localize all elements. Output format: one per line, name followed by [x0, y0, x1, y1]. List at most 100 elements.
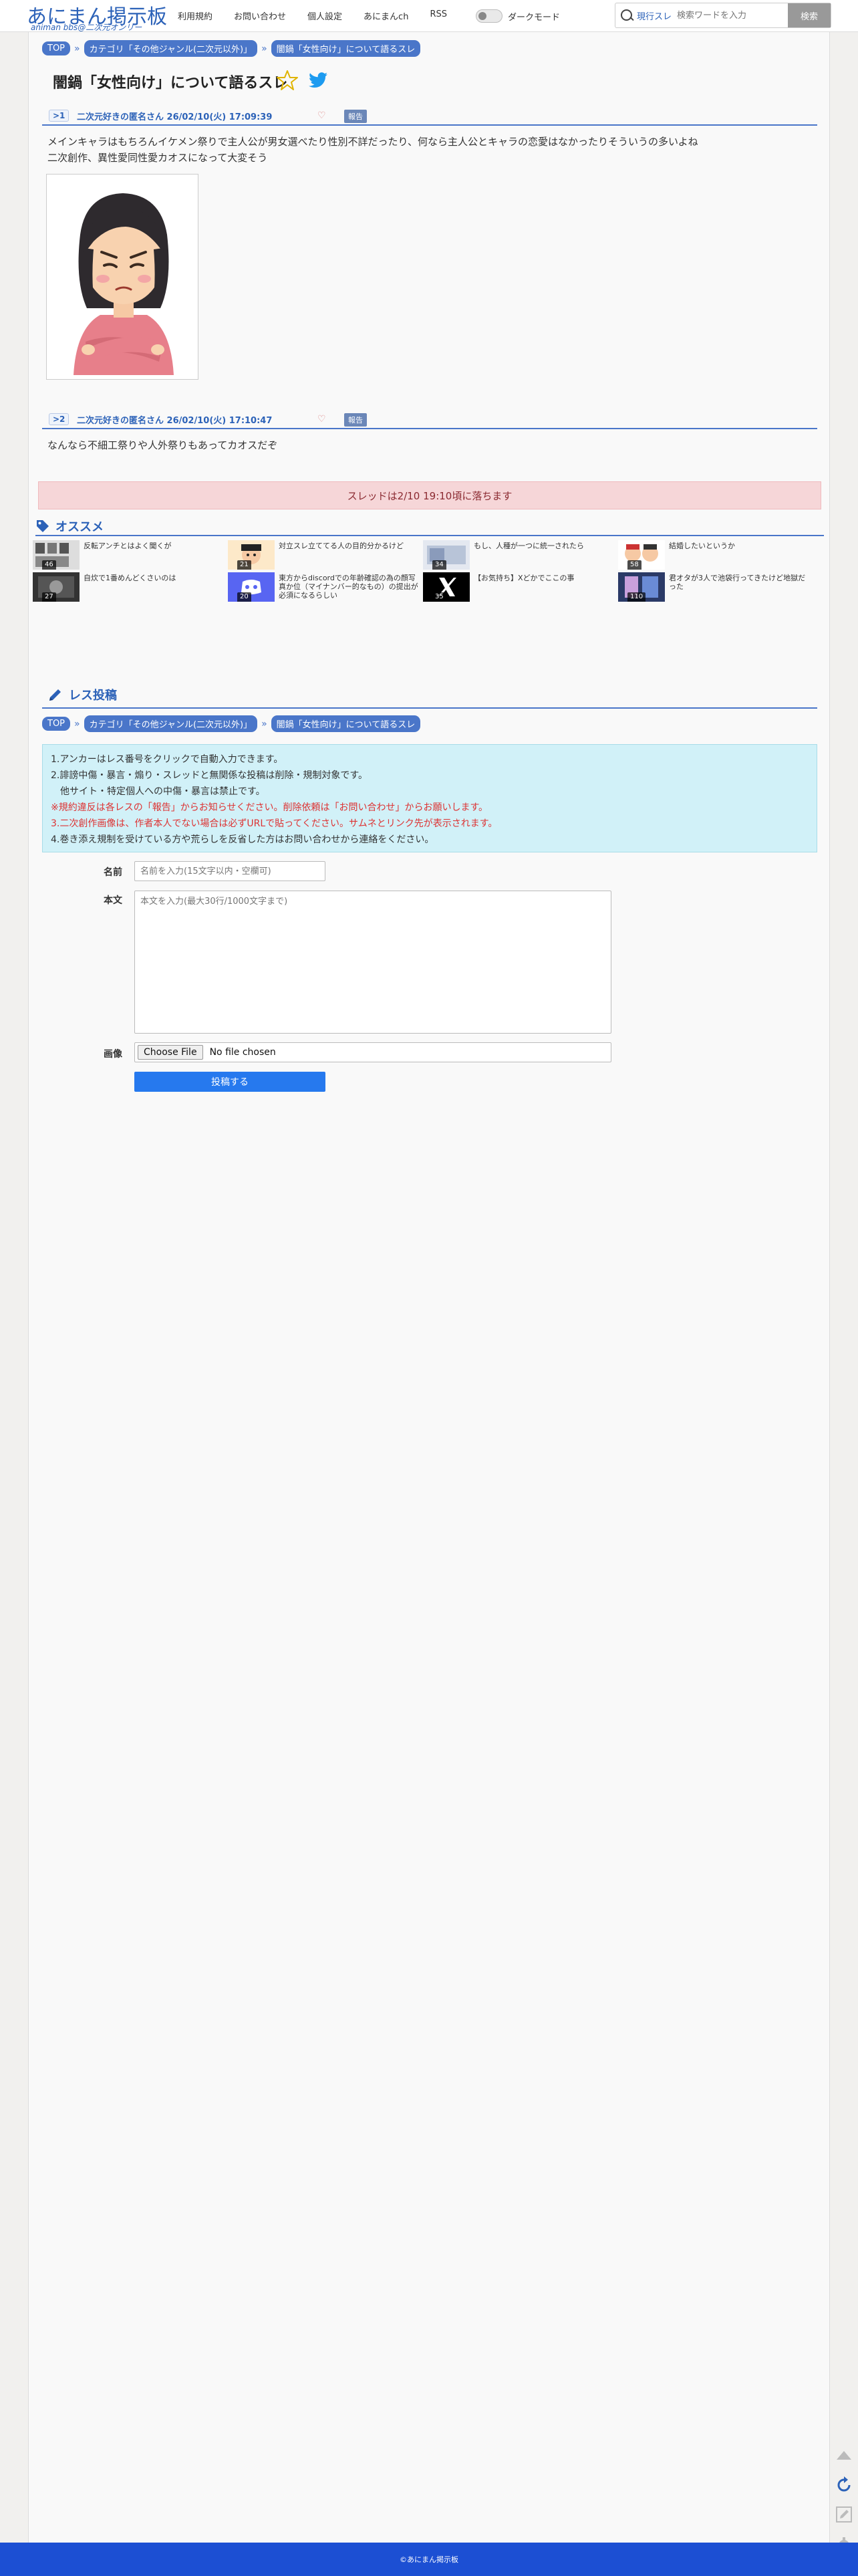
breadcrumb-top[interactable]: TOP	[42, 717, 71, 731]
rule-line: 1.アンカーはレス番号をクリックで自動入力できます。	[51, 754, 283, 765]
dark-mode-toggle[interactable]	[476, 9, 503, 23]
recommend-item[interactable]: 34 もし、人種が一つに統一されたら	[423, 540, 617, 570]
name-input[interactable]	[134, 861, 325, 881]
comment-count: 58	[627, 560, 641, 570]
recommend-item[interactable]: 46 反転アンチとはよく聞くが	[33, 540, 227, 570]
post-datetime: 26/02/10(火) 17:09:39	[166, 112, 273, 122]
rule-line: ※規約違反は各レスの「報告」からお知らせください。削除依頼は「お問い合わせ」から…	[51, 802, 488, 813]
write-reply-button[interactable]	[831, 2502, 857, 2527]
recommend-divider	[35, 535, 824, 536]
recommend-item-title: 君オタが3人で池袋行ってきたけど地獄だった	[669, 574, 806, 591]
thumbnail	[228, 540, 275, 570]
thumbnail	[423, 540, 470, 570]
search-input[interactable]	[677, 5, 784, 25]
post-author: 二次元好きの匿名さん	[77, 112, 164, 122]
recommend-title-text: オススメ	[55, 520, 104, 534]
post-anchor[interactable]: >2	[49, 413, 69, 425]
image-file-input[interactable]: Choose File No file chosen	[134, 1042, 611, 1062]
sulking-woman-illustration	[74, 193, 174, 375]
search-scope[interactable]: 現行スレ	[637, 9, 672, 22]
recommend-item-title: 東方からdiscordでの年齢確認の為の顔写真か位（マイナンバー的なもの）の提出…	[279, 574, 418, 600]
recommend-item[interactable]: 35 【お気持ち】Xどかでここの事	[423, 572, 617, 602]
recommend-item[interactable]: 21 対立スレ立ててる人の目的分かるけど	[228, 540, 422, 570]
recommend-item[interactable]: 20 東方からdiscordでの年齢確認の為の顔写真か位（マイナンバー的なもの）…	[228, 572, 422, 602]
nav-animanch[interactable]: あにまんch	[364, 9, 408, 23]
heart-icon[interactable]: ♡	[317, 414, 326, 425]
recommend-item[interactable]: 58 結婚したいというか	[618, 540, 812, 570]
scroll-top-button[interactable]	[831, 2443, 857, 2468]
rule-line: 3.二次創作画像は、作者本人でない場合は必ずURLで貼ってください。サムネとリン…	[51, 818, 498, 829]
post-author-datetime: 二次元好きの匿名さん 26/02/10(火) 17:10:47	[77, 413, 272, 426]
breadcrumb-separator: »	[74, 718, 80, 729]
breadcrumb-category[interactable]: カテゴリ「その他ジャンル(二次元以外)」	[84, 715, 258, 732]
recommend-item[interactable]: 27 自炊で1番めんどくさいのは	[33, 572, 227, 602]
rule-line: 2.誹謗中傷・暴言・煽り・スレッドと無関係な投稿は削除・規制対象です。	[51, 770, 368, 781]
posting-rules-notice: 1.アンカーはレス番号をクリックで自動入力できます。 2.誹謗中傷・暴言・煽り・…	[42, 744, 817, 852]
dark-mode-control: ダークモード	[476, 9, 560, 23]
comment-count: 35	[432, 592, 446, 602]
breadcrumb-category[interactable]: カテゴリ「その他ジャンル(二次元以外)」	[84, 40, 258, 57]
submit-button[interactable]: 投稿する	[134, 1072, 325, 1092]
breadcrumb-separator: »	[74, 43, 80, 54]
thumbnail	[423, 572, 470, 602]
site-logo[interactable]: あにまん掲示板 animan bbs@二次元オンリー	[27, 0, 167, 32]
breadcrumb: TOP » カテゴリ「その他ジャンル(二次元以外)」 » 闇鍋「女性向け」につい…	[42, 40, 421, 57]
nav-contact[interactable]: お問い合わせ	[234, 9, 286, 23]
search-box: 現行スレ 検索	[615, 3, 831, 28]
body-textarea[interactable]	[134, 891, 611, 1034]
breadcrumb-top[interactable]: TOP	[42, 41, 71, 55]
post-header: >2 二次元好きの匿名さん 26/02/10(火) 17:10:47 ♡ 報告	[42, 412, 817, 429]
post-author: 二次元好きの匿名さん	[77, 416, 164, 426]
reply-form-section-title: レス投稿	[47, 686, 117, 703]
reply-form-title-text: レス投稿	[69, 689, 117, 703]
reply-form-divider	[42, 707, 817, 709]
post-line: なんなら不細工祭りや人外祭りもあってカオスだぞ	[47, 439, 278, 451]
name-label: 名前	[104, 867, 122, 878]
tag-icon	[37, 520, 49, 532]
reload-button[interactable]	[831, 2472, 857, 2498]
favorite-star-icon[interactable]	[276, 69, 299, 92]
comment-count: 20	[237, 592, 251, 602]
dark-mode-label: ダークモード	[508, 12, 561, 23]
copyright-text: ©あにまん掲示板	[400, 2555, 458, 2564]
recommend-item-title: 反転アンチとはよく聞くが	[84, 542, 172, 550]
recommend-item-title: 【お気持ち】Xどかでここの事	[474, 574, 575, 582]
twitter-share-icon[interactable]	[307, 69, 329, 92]
post-body: メインキャラはもちろんイケメン祭りで主人公が男女選べたり性別不詳だったり、何なら…	[47, 134, 698, 166]
main-column: TOP » カテゴリ「その他ジャンル(二次元以外)」 » 闇鍋「女性向け」につい…	[28, 32, 830, 2543]
recommend-item[interactable]: 110 君オタが3人で池袋行ってきたけど地獄だった	[618, 572, 812, 602]
recommend-item-title: もし、人種が一つに統一されたら	[474, 542, 584, 550]
post-datetime: 26/02/10(火) 17:10:47	[166, 416, 273, 426]
breadcrumb-thread[interactable]: 闇鍋「女性向け」について語るスレ	[271, 40, 421, 57]
breadcrumb-thread[interactable]: 闇鍋「女性向け」について語るスレ	[271, 715, 421, 732]
report-button[interactable]: 報告	[344, 110, 367, 123]
search-button[interactable]: 検索	[788, 3, 831, 27]
post-anchor[interactable]: >1	[49, 110, 69, 122]
recommend-section-title: オススメ	[35, 517, 104, 535]
edit-icon	[836, 2506, 852, 2523]
nav-rss[interactable]: RSS	[430, 9, 447, 23]
top-nav: 利用規約 お問い合わせ 個人設定 あにまんch RSS	[178, 9, 468, 23]
thumbnail	[33, 572, 80, 602]
choose-file-button[interactable]: Choose File	[138, 1045, 203, 1060]
logo-sub-text: animan bbs@二次元オンリー	[31, 23, 142, 32]
thread-title: 闇鍋「女性向け」について語るスレ	[53, 75, 288, 92]
heart-icon[interactable]: ♡	[317, 110, 326, 121]
post-image[interactable]	[46, 174, 198, 380]
recommend-item-title: 対立スレ立ててる人の目的分かるけど	[279, 542, 404, 550]
breadcrumb: TOP » カテゴリ「その他ジャンル(二次元以外)」 » 闇鍋「女性向け」につい…	[42, 715, 421, 732]
thumbnail	[33, 540, 80, 570]
nav-terms[interactable]: 利用規約	[178, 9, 212, 23]
arrow-up-icon	[837, 2451, 851, 2460]
thread-expiry-alert: スレッドは2/10 19:10頃に落ちます	[38, 481, 821, 509]
post-body: なんなら不細工祭りや人外祭りもあってカオスだぞ	[47, 437, 277, 453]
thumbnail	[618, 540, 665, 570]
nav-settings[interactable]: 個人設定	[307, 9, 342, 23]
rule-line: 他サイト・特定個人への中傷・暴言は禁止です。	[51, 786, 265, 797]
post-line: メインキャラはもちろんイケメン祭りで主人公が男女選べたり性別不詳だったり、何なら…	[47, 136, 698, 148]
search-icon	[615, 3, 637, 27]
comment-count: 34	[432, 560, 446, 570]
report-button[interactable]: 報告	[344, 413, 367, 427]
thumbnail	[228, 572, 275, 602]
comment-count: 27	[42, 592, 56, 602]
